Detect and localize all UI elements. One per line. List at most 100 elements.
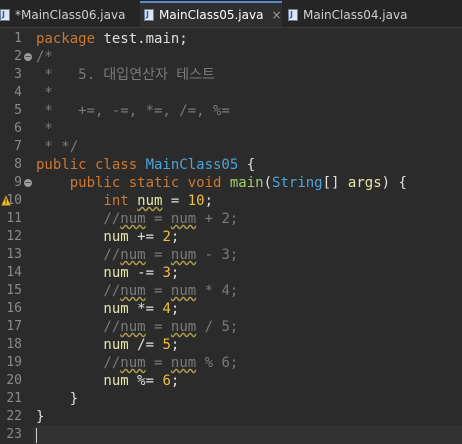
code-token: *= [128, 301, 163, 317]
code-line[interactable]: num *= 4; [36, 300, 179, 318]
code-line[interactable]: //num = num % 6; [36, 354, 238, 372]
code-line[interactable]: //num = num - 3; [36, 246, 238, 264]
code-token: 10 [187, 193, 205, 209]
code-line[interactable]: * [36, 84, 52, 102]
code-token: num [36, 229, 129, 245]
code-token: = [145, 247, 171, 263]
code-token: package [36, 31, 96, 47]
code-token: % 6; [196, 355, 239, 371]
warning-icon[interactable] [1, 195, 11, 206]
fold-collapse-icon[interactable]: − [24, 53, 32, 61]
code-token: = [145, 211, 171, 227]
code-token: test.main; [95, 31, 188, 47]
code-token: public static void [36, 175, 230, 191]
code-token: num [137, 193, 163, 209]
code-token: * [36, 121, 53, 137]
code-line[interactable]: } [36, 390, 78, 408]
line-number: 9 [14, 175, 22, 190]
code-token: num [170, 319, 197, 335]
code-line[interactable]: num += 2; [36, 228, 179, 246]
code-token: int [36, 193, 138, 209]
code-token: ; [170, 337, 180, 353]
line-number: 6 [14, 121, 22, 136]
code-token: main [229, 175, 264, 191]
code-token: %= [128, 373, 163, 389]
line-number: 13 [6, 247, 22, 262]
code-token: num [120, 355, 146, 371]
java-file-icon: J [144, 8, 155, 22]
code-token: args [347, 175, 382, 191]
code-token: * */ [36, 139, 79, 155]
tab-mainclass06[interactable]: J *MainClass06.java [0, 3, 136, 27]
code-line[interactable]: public class MainClass05 { [36, 156, 255, 174]
code-token: num [120, 247, 146, 263]
code-token: num [36, 337, 129, 353]
code-line[interactable]: int num = 10; [36, 192, 213, 210]
line-number-gutter: 1 2 3 4 5 6 7 8 9 10 11 12 13 14 15 16 17 18 19 20 21 22 23− − [0, 28, 33, 442]
code-token: ) { [381, 175, 407, 191]
code-token: [] [322, 175, 348, 191]
java-file-icon: J [288, 8, 299, 22]
code-token: * 4; [196, 283, 239, 299]
code-token: 2 [162, 229, 171, 245]
code-token: ; [170, 373, 180, 389]
code-line[interactable]: * +=, -=, *=, /=, %= [36, 102, 230, 120]
code-line[interactable] [33, 426, 462, 444]
line-number: 4 [14, 85, 22, 100]
code-token: num [36, 265, 129, 281]
code-token: = [145, 283, 171, 299]
line-number: 7 [14, 139, 22, 154]
code-token: num [120, 283, 146, 299]
text-caret [36, 427, 37, 443]
tab-mainclass05[interactable]: J MainClass05.java × [140, 1, 282, 27]
code-line[interactable]: num /= 5; [36, 336, 179, 354]
line-number: 11 [6, 211, 22, 226]
code-token: -= [128, 265, 163, 281]
editor-tab-bar: J *MainClass06.java J MainClass05.java ×… [0, 0, 462, 28]
code-token: // [36, 211, 121, 227]
code-line[interactable]: package test.main; [36, 30, 188, 48]
code-area[interactable]: package test.main;/* * 5. 대입연산자 테스트 * * … [33, 28, 462, 444]
code-token: num [36, 301, 129, 317]
code-token: // [36, 247, 121, 263]
code-token: ; [170, 229, 180, 245]
code-token: 5 [162, 337, 171, 353]
code-line[interactable]: num %= 6; [36, 372, 179, 390]
code-token: num [120, 211, 146, 227]
code-token: { [238, 157, 256, 173]
code-token: public class [36, 157, 146, 173]
code-token: ; [204, 193, 214, 209]
code-line[interactable]: * */ [36, 138, 78, 156]
code-token: num [170, 355, 197, 371]
close-icon[interactable]: × [271, 8, 281, 22]
line-number: 15 [6, 283, 22, 298]
code-token: 3 [162, 265, 171, 281]
code-editor[interactable]: 1 2 3 4 5 6 7 8 9 10 11 12 13 14 15 16 17 18 19 20 21 22 23− − … [0, 28, 462, 444]
code-line[interactable]: //num = num + 2; [36, 210, 238, 228]
code-line[interactable]: //num = num * 4; [36, 282, 238, 300]
tab-mainclass04[interactable]: J MainClass04.java [288, 3, 458, 27]
code-token: } [36, 391, 79, 407]
code-line[interactable]: } [36, 408, 44, 426]
code-token: = [145, 355, 171, 371]
code-token: * +=, -=, *=, /=, %= [36, 103, 230, 119]
code-token: MainClass05 [145, 157, 239, 173]
line-number: 14 [6, 265, 22, 280]
code-token: /* [36, 49, 53, 65]
code-token: ; [170, 265, 180, 281]
line-number: 19 [6, 355, 22, 370]
line-number: 21 [6, 391, 22, 406]
code-token: // [36, 283, 121, 299]
code-token: - 3; [196, 247, 239, 263]
line-number: 1 [14, 31, 22, 46]
code-line[interactable]: * [36, 120, 53, 138]
code-line[interactable]: /* [36, 48, 53, 66]
line-number: 18 [6, 337, 22, 352]
code-token: / 5; [196, 319, 239, 335]
code-line[interactable]: num -= 3; [36, 264, 179, 282]
code-line[interactable]: public static void main(String[] args) { [36, 174, 407, 192]
code-line[interactable]: * 5. 대입연산자 테스트 [36, 66, 214, 84]
code-line[interactable]: //num = num / 5; [36, 318, 238, 336]
code-token: += [128, 229, 163, 245]
fold-collapse-icon[interactable]: − [24, 179, 32, 187]
